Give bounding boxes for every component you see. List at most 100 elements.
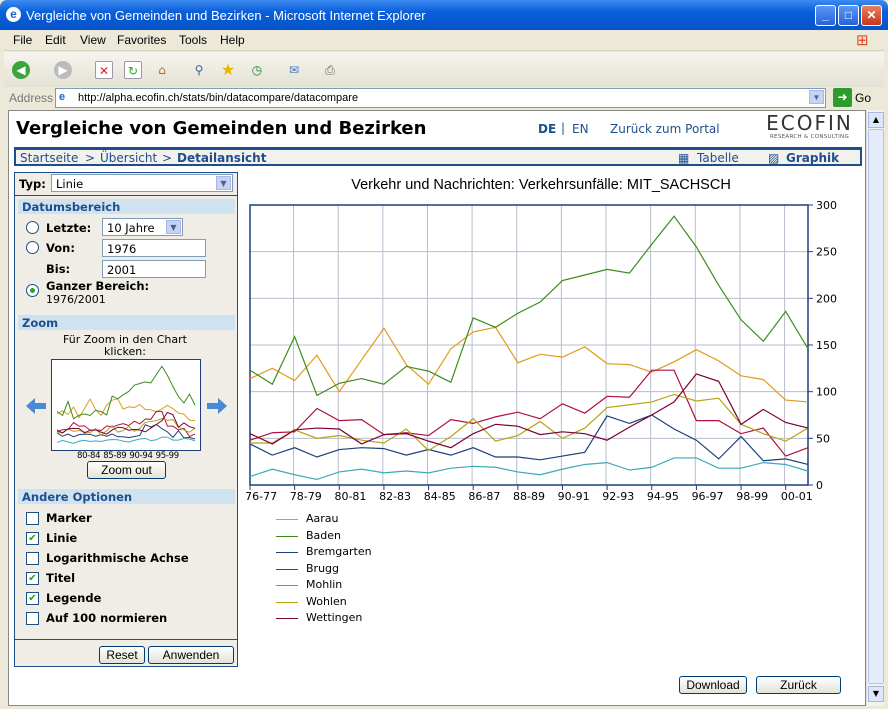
apply-button[interactable]: Anwenden <box>148 646 234 664</box>
address-input[interactable]: e http://alpha.ecofin.ch/stats/bin/datac… <box>55 88 826 108</box>
scroll-down-icon[interactable]: ▼ <box>868 686 884 702</box>
menu-favorites[interactable]: Favorites <box>117 33 166 47</box>
menu-edit[interactable]: Edit <box>45 33 66 47</box>
refresh-icon[interactable]: ↻ <box>124 61 142 79</box>
history-icon[interactable]: ◷ <box>248 61 266 79</box>
option-checkbox[interactable]: ✔ <box>26 592 39 605</box>
y-tick-label: 300 <box>816 199 837 212</box>
series-line-baden <box>249 215 809 397</box>
type-select[interactable]: Linie ▼ <box>51 174 233 192</box>
lang-en-link[interactable]: EN <box>572 122 589 136</box>
minimize-button[interactable]: _ <box>815 5 836 26</box>
legend-item: Aarau <box>276 512 476 528</box>
x-tick-label: 82-83 <box>379 490 411 503</box>
x-tick-label: 88-89 <box>513 490 545 503</box>
option-checkbox[interactable] <box>26 612 39 625</box>
address-dropdown-icon[interactable]: ▼ <box>809 90 824 104</box>
last-radio[interactable] <box>26 221 39 234</box>
legend-item: Bremgarten <box>276 545 476 561</box>
legend-label: Wettingen <box>306 611 363 624</box>
to-input[interactable]: 2001 <box>102 260 206 278</box>
option-label: Logarithmische Achse <box>46 551 189 565</box>
chevron-down-icon: ▼ <box>166 220 181 234</box>
go-button[interactable]: Go <box>855 91 871 105</box>
address-bar: Address e http://alpha.ecofin.ch/stats/b… <box>4 87 884 109</box>
option-label: Legende <box>46 591 102 605</box>
reset-button[interactable]: Reset <box>99 646 145 664</box>
scroll-thumb[interactable] <box>868 129 884 684</box>
print-icon[interactable]: ⎙ <box>321 61 339 79</box>
option-checkbox[interactable] <box>26 552 39 565</box>
option-checkbox[interactable]: ✔ <box>26 532 39 545</box>
legend-swatch <box>276 568 298 570</box>
mail-icon[interactable]: ✉ <box>285 61 303 79</box>
x-tick-label: 00-01 <box>781 490 813 503</box>
series-line-wohlen <box>250 393 809 452</box>
full-range-value: 1976/2001 <box>46 293 106 306</box>
legend-swatch <box>276 585 298 586</box>
portal-link[interactable]: Zurück zum Portal <box>610 122 720 136</box>
back-button[interactable]: Zurück <box>756 676 841 694</box>
ie-icon: e <box>6 7 21 22</box>
breadcrumb-overview[interactable]: Übersicht <box>100 151 157 165</box>
search-icon[interactable]: ⚲ <box>190 61 208 79</box>
x-tick-label: 96-97 <box>692 490 724 503</box>
legend-swatch <box>276 535 298 537</box>
download-button[interactable]: Download <box>679 676 747 694</box>
legend-item: Wettingen <box>276 611 476 627</box>
scroll-up-icon[interactable]: ▲ <box>868 112 884 128</box>
legend-label: Wohlen <box>306 594 347 608</box>
menu-view[interactable]: View <box>80 33 106 47</box>
favorites-icon[interactable]: ★ <box>219 61 237 79</box>
zoom-thumbnail-chart[interactable] <box>51 359 201 451</box>
menu-tools[interactable]: Tools <box>179 33 207 47</box>
legend-swatch <box>276 601 298 603</box>
legend-item: Wohlen <box>276 595 476 611</box>
forward-icon[interactable]: ▶ <box>54 61 72 79</box>
menu-help[interactable]: Help <box>220 33 245 47</box>
date-range-header: Datumsbereich <box>18 199 235 214</box>
menu-file[interactable]: File <box>13 33 32 47</box>
from-radio[interactable] <box>26 241 39 254</box>
last-label: Letzte: <box>46 221 92 235</box>
option-label: Linie <box>46 531 78 545</box>
y-tick-label: 250 <box>816 246 837 259</box>
legend-label: Mohlin <box>306 578 343 591</box>
arrow-right-icon[interactable] <box>207 398 227 414</box>
x-tick-label: 86-87 <box>468 490 500 503</box>
table-view-link[interactable]: Tabelle <box>697 151 739 165</box>
lang-de-link[interactable]: DE <box>538 122 556 136</box>
breadcrumb-sep: > <box>85 151 96 165</box>
breadcrumb-home[interactable]: Startseite <box>20 151 78 165</box>
y-tick-label: 200 <box>816 292 837 305</box>
option-checkbox[interactable] <box>26 512 39 525</box>
y-tick-label: 50 <box>816 432 830 445</box>
y-tick-label: 150 <box>816 339 837 352</box>
graph-view-link[interactable]: Graphik <box>786 151 839 165</box>
back-icon[interactable]: ◀ <box>12 61 30 79</box>
graph-icon[interactable]: ▨ <box>768 151 779 165</box>
last-select[interactable]: 10 Jahre ▼ <box>102 218 183 236</box>
thumb-tick-label: 80-84 <box>77 451 101 461</box>
maximize-button[interactable]: □ <box>838 5 859 26</box>
zoom-out-button[interactable]: Zoom out <box>87 461 166 479</box>
arrow-left-icon[interactable] <box>26 398 46 414</box>
table-icon[interactable]: ▦ <box>678 151 689 165</box>
home-icon[interactable]: ⌂ <box>153 61 171 79</box>
legend-label: Brugg <box>306 561 340 575</box>
page-title: Vergleiche von Gemeinden und Bezirken <box>16 118 427 139</box>
from-input[interactable]: 1976 <box>102 239 206 257</box>
vertical-scrollbar[interactable]: ▲ ▼ <box>866 110 884 706</box>
windows-logo-icon: ⊞ <box>856 32 869 49</box>
main-chart[interactable]: 0 50 100 150 200 250 300 76-77 78-79 80-81 82-83 84… <box>240 195 860 505</box>
full-range-radio[interactable] <box>26 284 39 297</box>
thumb-tick-label: 85-89 <box>103 451 127 461</box>
series-line-aarau <box>249 326 809 403</box>
close-button[interactable]: ✕ <box>861 5 882 26</box>
x-tick-label: 78-79 <box>290 490 322 503</box>
option-label: Auf 100 normieren <box>46 611 168 625</box>
legend-item: Mohlin <box>276 578 476 594</box>
stop-icon[interactable]: ✕ <box>95 61 113 79</box>
option-checkbox[interactable]: ✔ <box>26 572 39 585</box>
go-arrow-icon[interactable]: ➜ <box>833 88 852 107</box>
